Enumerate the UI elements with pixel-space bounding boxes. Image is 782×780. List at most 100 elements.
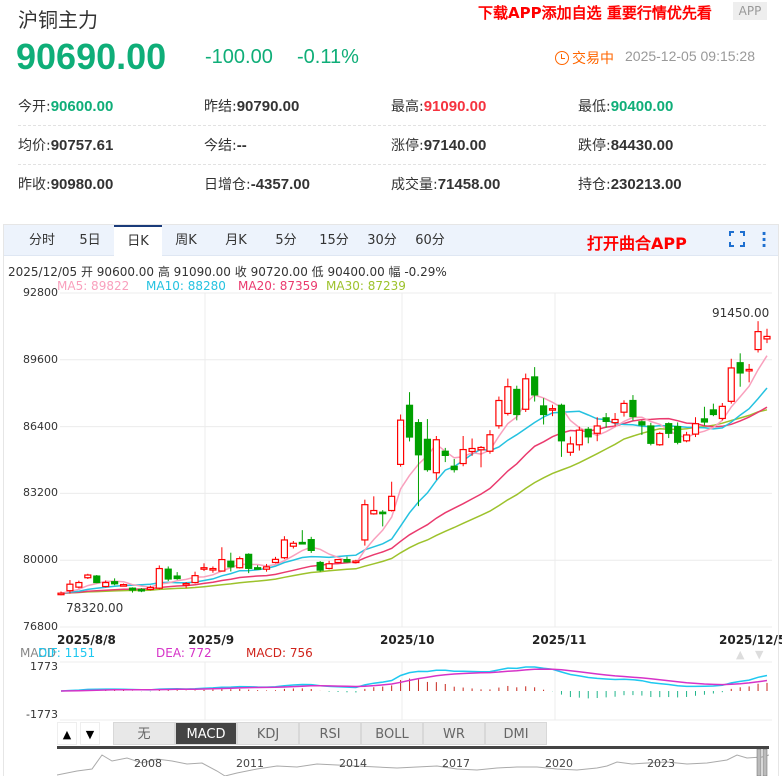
candle [271,558,280,564]
candle [209,567,217,571]
candle [575,429,583,446]
candle [763,335,771,340]
candle [262,566,271,570]
candle [75,581,83,588]
scroll-down-icon[interactable]: ▼ [755,648,763,661]
ma5-line [60,355,768,594]
candle [84,574,92,579]
candle [504,386,512,415]
date-xtick: 2025/8/8 [57,633,116,647]
candle [164,568,172,580]
candle [93,575,101,584]
macd-ytick: -1773 [26,708,58,721]
navigator-year: 2017 [442,757,470,770]
indicator-tab-0[interactable]: 无 [113,722,175,745]
kline-chart[interactable] [0,0,782,776]
macd-legend-item: DIF: 1151 [38,646,96,660]
price-ytick: 83200 [23,486,58,500]
candle [173,575,181,580]
navigator-year: 2023 [647,757,675,770]
indicator-tab-4[interactable]: BOLL [361,722,423,745]
navigator-year: 2008 [134,757,162,770]
navigator-year: 2014 [339,757,367,770]
candle [388,495,396,512]
indicator-up-button[interactable]: ▲ [57,722,77,745]
price-ytick: 80000 [23,553,58,567]
candle [334,558,342,564]
candle [361,504,369,541]
candle [66,583,74,592]
price-ytick: 89600 [23,352,58,366]
candle [682,434,691,442]
candle [218,558,226,572]
candle [709,409,717,416]
candle [432,439,440,474]
candle [137,588,146,592]
candle [182,582,190,586]
candle [227,560,235,568]
candle [245,553,253,569]
candle [593,425,601,434]
candle [325,563,333,570]
candle [405,404,414,438]
max-price-label: 91450.00 [712,306,770,320]
candle [289,542,297,547]
candle [423,438,432,471]
candle [745,368,753,372]
candle [727,367,735,402]
candle [539,405,548,416]
date-xtick: 2025/10 [380,633,435,647]
candle [513,388,521,416]
candle [307,539,315,551]
date-xtick: 2025/9 [188,633,235,647]
candle [754,331,762,351]
candle [146,586,154,591]
candle [280,539,289,559]
candle [611,418,619,424]
candle [584,428,592,438]
macd-legend-item: DEA: 772 [156,646,212,660]
min-price-label: 78320.00 [66,601,124,615]
candle [441,450,449,457]
candle [111,581,119,585]
candle [495,399,503,427]
candle [566,443,574,453]
candle [718,405,726,420]
candle [298,541,306,545]
candle [531,376,539,396]
scroll-up-icon[interactable]: ▲ [736,648,744,661]
indicator-down-button[interactable]: ▼ [80,722,100,745]
candle [656,432,664,446]
navigator-year: 2020 [545,757,573,770]
candle [522,378,530,410]
indicator-tab-1[interactable]: MACD [175,722,237,745]
candle [700,418,709,423]
candle [343,558,351,563]
candle [119,584,128,587]
candle [191,575,199,584]
candle [691,423,700,435]
indicator-tab-5[interactable]: WR [423,722,485,745]
candle [468,447,476,453]
candle [414,422,423,456]
candle [548,408,557,411]
candle [200,567,208,570]
candle [629,399,637,418]
indicator-tab-3[interactable]: RSI [299,722,361,745]
candle [316,561,324,571]
candle [736,362,744,374]
indicator-tab-6[interactable]: DMI [485,722,547,745]
candle [674,426,682,443]
candle [450,465,458,471]
macd-ytick: 1773 [30,660,58,673]
date-xtick: 2025/11 [532,633,587,647]
macd-legend-item: MACD: 756 [246,646,313,660]
candle [236,558,244,569]
candle [254,567,262,570]
indicator-tab-2[interactable]: KDJ [237,722,299,745]
candle [638,421,646,426]
price-ytick: 92800 [23,286,58,299]
price-ytick: 86400 [23,419,58,433]
candle [352,560,360,564]
candle [602,417,610,422]
